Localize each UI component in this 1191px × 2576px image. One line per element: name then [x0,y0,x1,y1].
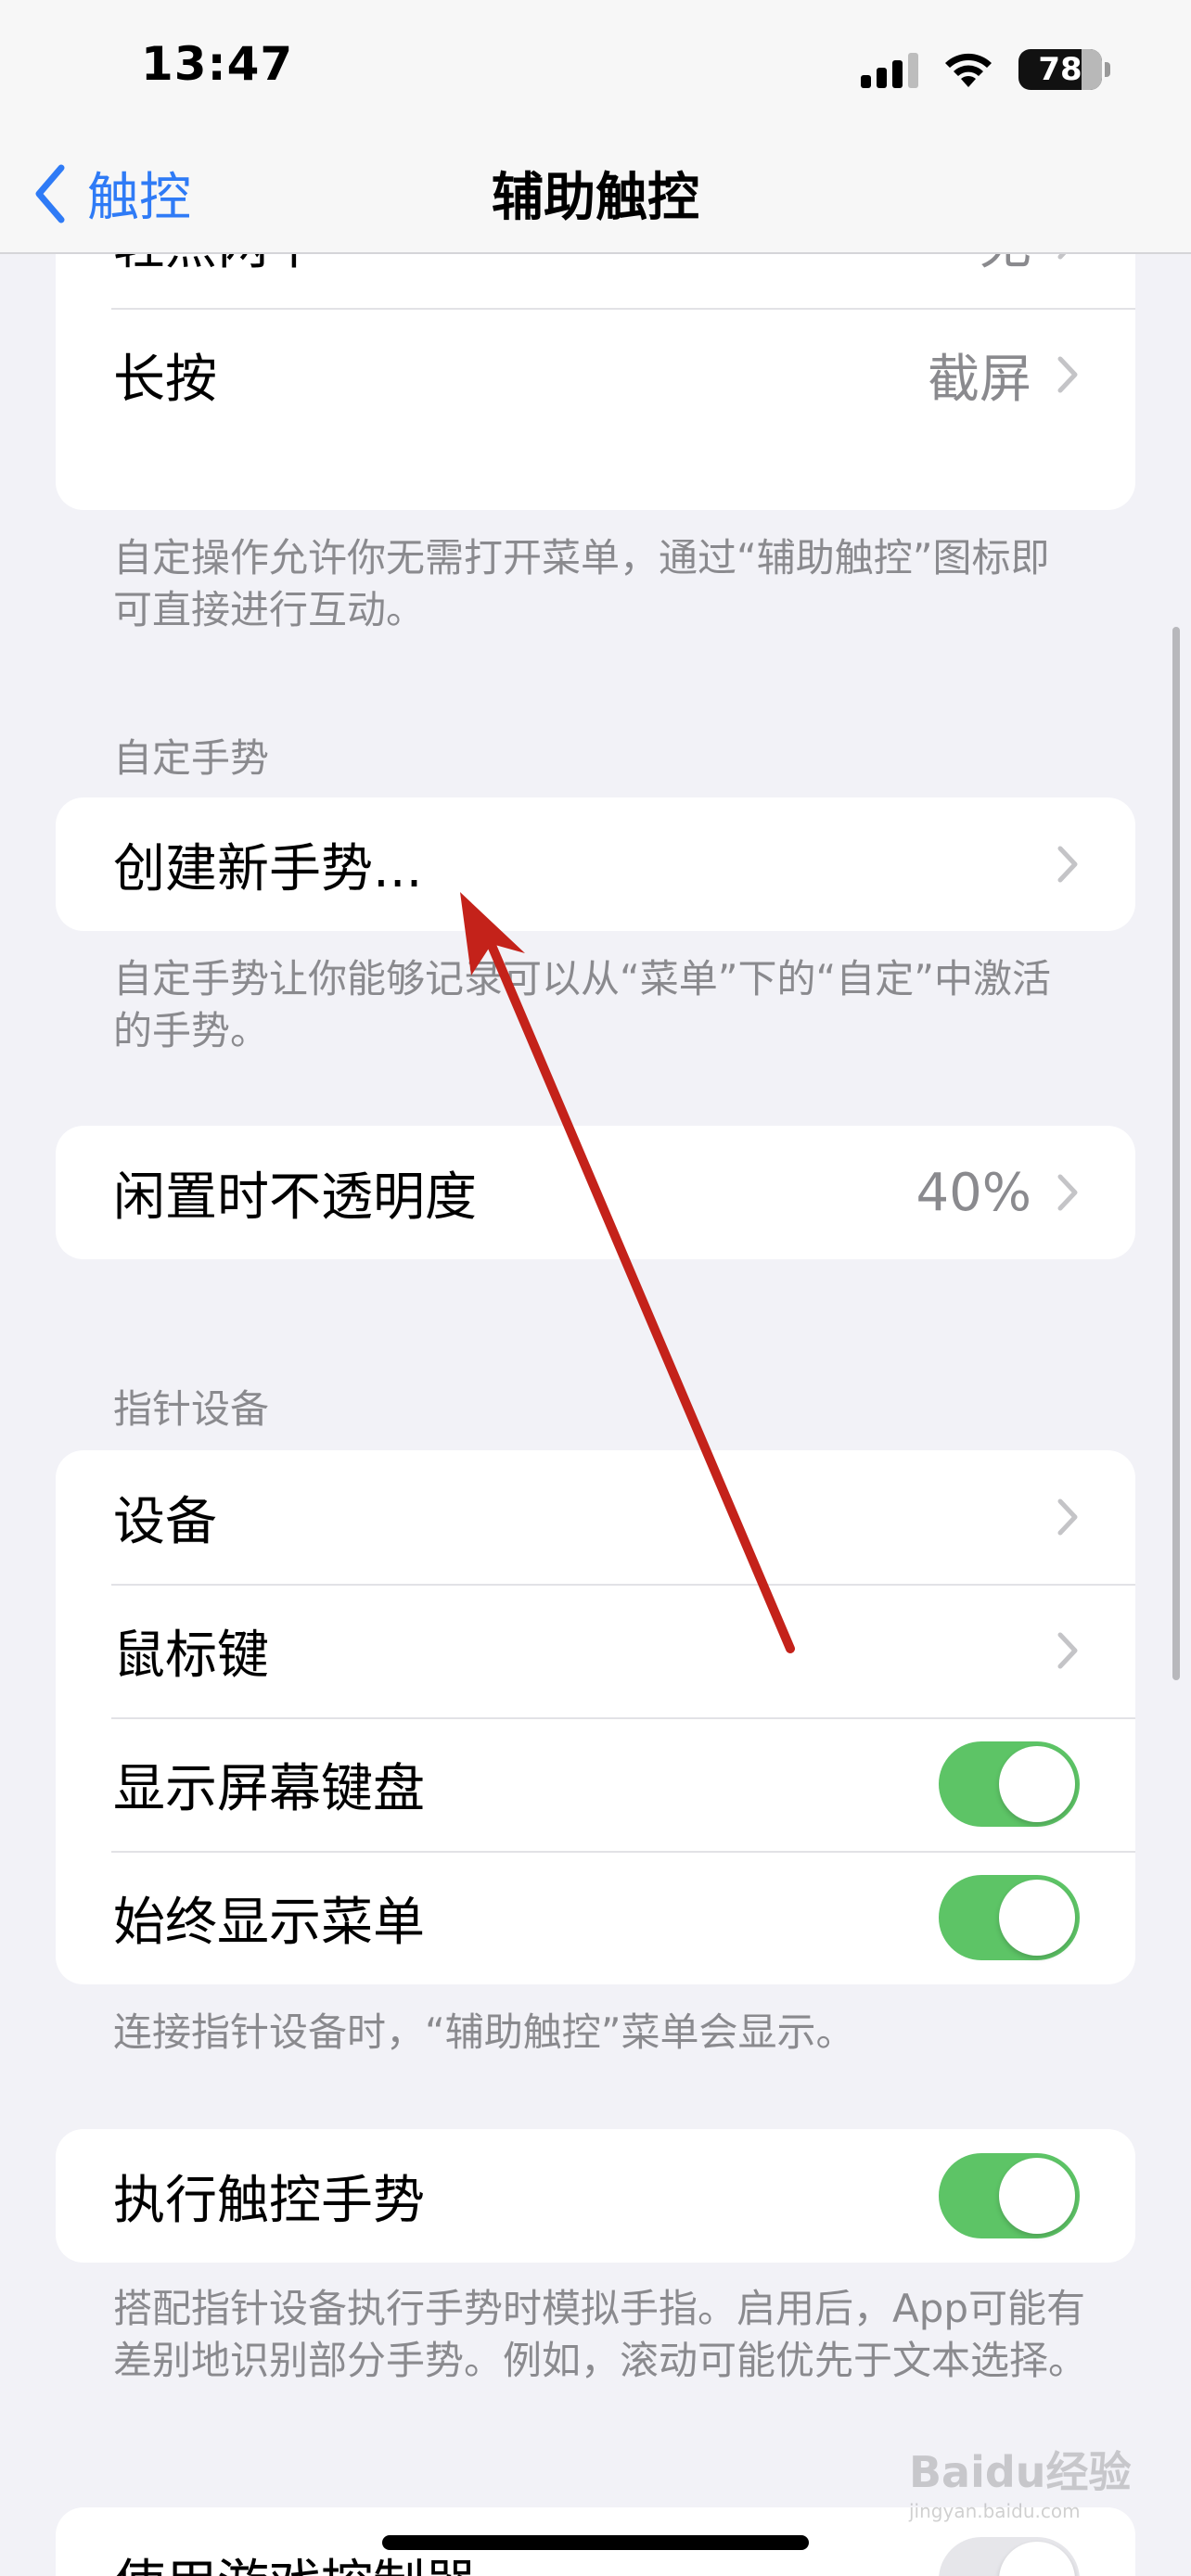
scrollbar[interactable] [1172,627,1180,1680]
perform-touch-gestures-row: 执行触控手势 [56,2129,1135,2263]
always-show-menu-row: 始终显示菜单 [56,1851,1135,1984]
page-title: 辅助触控 [492,168,699,228]
chevron-right-icon [1057,846,1078,883]
home-indicator[interactable] [382,2535,809,2550]
pointer-devices-footer: 连接指针设备时，“辅助触控”菜单会显示。 [113,2009,855,2055]
show-onscreen-keyboard-row: 显示屏幕键盘 [56,1717,1135,1851]
watermark-text: Baidu经验 [909,2447,1132,2497]
idle-opacity-row[interactable]: 闲置时不透明度 40% [56,1126,1135,1259]
chevron-right-icon [1057,1174,1078,1211]
wifi-icon [945,53,992,87]
custom-gestures-group: 创建新手势... [56,797,1135,931]
long-press-row[interactable]: 长按 截屏 [56,308,1135,441]
perform-touch-gestures-group: 执行触控手势 [56,2129,1135,2263]
pointer-devices-header: 指针设备 [113,1386,270,1432]
status-icons: 78 [861,46,1110,93]
devices-row[interactable]: 设备 [56,1450,1135,1584]
row-value: 截屏 [928,349,1031,410]
chevron-right-icon [1057,356,1078,393]
baidu-watermark: Baidu经验 jingyan.baidu.com [909,2439,1132,2531]
always-show-menu-toggle[interactable] [939,1875,1080,1960]
mouse-keys-row[interactable]: 鼠标键 [56,1584,1135,1717]
row-label: 设备 [113,1491,217,1552]
perform-touch-gestures-toggle[interactable] [939,2153,1080,2238]
cellular-signal-icon [861,51,918,88]
game-controller-toggle[interactable] [939,2537,1080,2576]
row-value: 40% [916,1162,1031,1223]
custom-gestures-header: 自定手势 [113,735,270,781]
row-label: 始终显示菜单 [113,1892,425,1953]
custom-actions-footer: 自定操作允许你无需打开菜单，通过“辅助触控”图标即可直接进行互动。 [113,535,1050,632]
show-onscreen-keyboard-toggle[interactable] [939,1741,1080,1827]
perform-touch-gestures-footer: 搭配指针设备执行手势时模拟手指。启用后，App可能有差别地识别部分手势。例如，滚… [113,2286,1088,2383]
navigation-bar: 13:47 78 触控 辅助触控 [0,0,1191,254]
row-label: 创建新手势... [113,838,423,899]
custom-gestures-footer: 自定手势让你能够记录可以从“菜单”下的“自定”中激活的手势。 [113,956,1052,1053]
battery-icon: 78 [1018,49,1110,90]
pointer-devices-group: 设备 鼠标键 显示屏幕键盘 始终显示菜单 [56,1450,1135,1984]
chevron-right-icon [1057,1498,1078,1536]
watermark-url: jingyan.baidu.com [909,2500,1081,2522]
row-label: 鼠标键 [113,1625,269,1686]
row-label: 显示屏幕键盘 [113,1758,425,1819]
create-new-gesture-row[interactable]: 创建新手势... [56,797,1135,931]
chevron-right-icon [1057,1632,1078,1669]
row-label: 闲置时不透明度 [113,1167,477,1228]
row-label: 执行触控手势 [113,2170,425,2231]
row-label: 长按 [113,349,217,410]
idle-opacity-group: 闲置时不透明度 40% [56,1126,1135,1259]
status-time: 13:47 [141,37,294,91]
battery-level: 78 [1038,51,1082,88]
